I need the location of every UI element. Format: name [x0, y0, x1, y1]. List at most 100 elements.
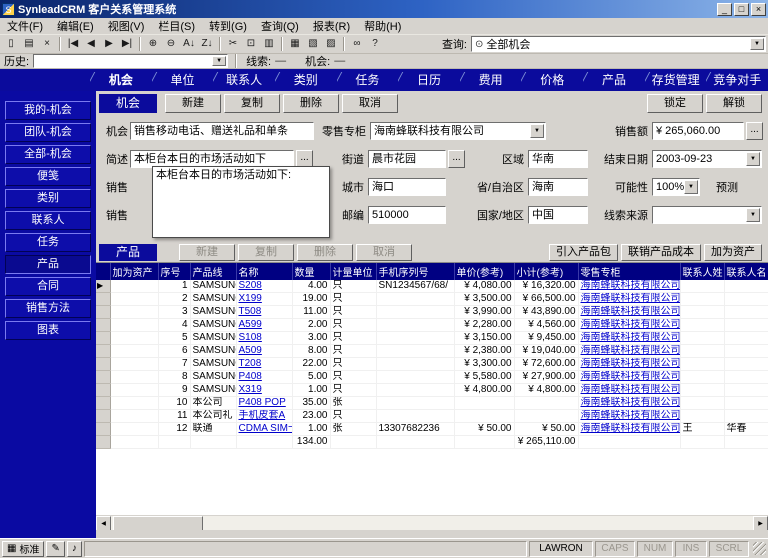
dropdown-arrow-icon[interactable]: ▼ — [746, 208, 760, 222]
zip-input[interactable]: 510000 — [368, 206, 446, 224]
store-link[interactable]: 海南蜂联科技有限公司 — [578, 397, 680, 410]
menu-goto[interactable]: 转到(G) — [202, 17, 254, 35]
standard-view-button[interactable]: ▦ 标准 — [2, 541, 44, 557]
table-row[interactable]: 10 本公司 P408 POP 35.00 张 海南蜂联科技有限公司 — [96, 397, 768, 410]
delete-record-icon[interactable]: × — [38, 36, 56, 52]
row-selector[interactable]: ▶ — [96, 280, 110, 293]
unlock-button[interactable]: 解锁 — [706, 94, 762, 113]
tab-calendar[interactable]: 日历 — [398, 69, 460, 91]
product-link[interactable]: X199 — [236, 293, 292, 306]
column-header-subtotal[interactable]: 小计(参考) — [514, 263, 578, 280]
table-row[interactable]: 4 SAMSUNG A599 2.00 只 ¥ 2,280.00 ¥ 4,560… — [96, 319, 768, 332]
store-link[interactable]: 海南蜂联科技有限公司 — [578, 293, 680, 306]
column-header-price[interactable]: 单价(参考) — [454, 263, 514, 280]
history-dropdown[interactable]: ▼ — [33, 54, 228, 68]
probability-dropdown[interactable]: 100%▼ — [652, 178, 700, 196]
prev-record-icon[interactable]: ◀ — [82, 36, 100, 52]
sidebar-item-contacts[interactable]: 联系人 — [5, 211, 91, 230]
row-selector[interactable] — [96, 306, 110, 319]
product-link[interactable]: P408 — [236, 371, 292, 384]
tab-inventory[interactable]: 存货管理 — [645, 69, 707, 91]
sidebar-item-sales-methods[interactable]: 销售方法 — [5, 299, 91, 318]
store-link[interactable]: 海南蜂联科技有限公司 — [578, 384, 680, 397]
tab-products[interactable]: 产品 — [583, 69, 645, 91]
column-header-store[interactable]: 零售专柜 — [578, 263, 680, 280]
import-product-pack-button[interactable]: 引入产品包 — [549, 244, 618, 261]
next-record-icon[interactable]: ▶ — [100, 36, 118, 52]
row-selector[interactable] — [96, 371, 110, 384]
store-link[interactable]: 海南蜂联科技有限公司 — [578, 319, 680, 332]
country-input[interactable]: 中国 — [528, 206, 588, 224]
product-link[interactable]: T508 — [236, 306, 292, 319]
menu-help[interactable]: 帮助(H) — [357, 17, 408, 35]
scroll-right-icon[interactable]: ▶ — [753, 516, 768, 531]
table-row[interactable]: 2 SAMSUNG X199 19.00 只 ¥ 3,500.00 ¥ 66,5… — [96, 293, 768, 306]
menu-columns[interactable]: 栏目(S) — [151, 17, 202, 35]
store-link[interactable]: 海南蜂联科技有限公司 — [578, 332, 680, 345]
scrollbar-thumb[interactable] — [113, 516, 203, 531]
column-header-name[interactable]: 名称 — [236, 263, 292, 280]
maximize-button[interactable]: □ — [734, 3, 749, 16]
tab-price[interactable]: 价格 — [521, 69, 583, 91]
store-link[interactable]: 海南蜂联科技有限公司 — [578, 423, 680, 436]
tab-opportunity[interactable]: 机会 — [90, 69, 152, 91]
store-link[interactable]: 海南蜂联科技有限公司 — [578, 410, 680, 423]
street-ellipsis-button[interactable]: ... — [448, 150, 465, 168]
row-selector[interactable] — [96, 358, 110, 371]
delete-button[interactable]: 删除 — [283, 94, 339, 113]
product-link[interactable]: S208 — [236, 280, 292, 293]
query-dropdown[interactable]: ⊙ 全部机会 ▼ — [471, 36, 766, 52]
scroll-left-icon[interactable]: ◀ — [96, 516, 111, 531]
dropdown-arrow-icon[interactable]: ▼ — [684, 180, 698, 194]
sidebar-item-notes[interactable]: 便笺 — [5, 167, 91, 186]
store-link[interactable]: 海南蜂联科技有限公司 — [578, 280, 680, 293]
zoom-out-icon[interactable]: ⊖ — [162, 36, 180, 52]
cancel-button[interactable]: 取消 — [342, 94, 398, 113]
menu-report[interactable]: 报表(R) — [306, 17, 357, 35]
tab-company[interactable]: 单位 — [152, 69, 214, 91]
end-date-dropdown[interactable]: 2003-09-23▼ — [652, 150, 762, 168]
minimize-button[interactable]: _ — [717, 3, 732, 16]
paste-icon[interactable]: ▥ — [260, 36, 278, 52]
copy-icon[interactable]: ⊡ — [242, 36, 260, 52]
column-header-serial[interactable]: 手机序列号 — [376, 263, 454, 280]
sidebar-item-my-opportunities[interactable]: 我的-机会 — [5, 101, 91, 120]
tab-tasks[interactable]: 任务 — [337, 69, 399, 91]
cut-icon[interactable]: ✂ — [224, 36, 242, 52]
table-row[interactable]: 12 联通 CDMA SIM卡 1.00 张 13307682236 ¥ 50.… — [96, 423, 768, 436]
menu-edit[interactable]: 编辑(E) — [50, 17, 101, 35]
amount-input[interactable]: ¥ 265,060.00 — [652, 122, 744, 140]
product-link[interactable]: A599 — [236, 319, 292, 332]
column-header-unit[interactable]: 计量单位 — [330, 263, 376, 280]
tab-contacts[interactable]: 联系人 — [213, 69, 275, 91]
resize-grip[interactable] — [753, 542, 766, 555]
detail-view-icon[interactable]: ▨ — [322, 36, 340, 52]
table-row[interactable]: ▶ 1 SAMSUNG S208 4.00 只 SN1234567/68/ ¥ … — [96, 280, 768, 293]
edit-pencil-button[interactable]: ✎ — [46, 541, 64, 557]
row-selector[interactable] — [96, 397, 110, 410]
tab-competitors[interactable]: 竞争对手 — [706, 69, 768, 91]
sidebar-item-contracts[interactable]: 合同 — [5, 277, 91, 296]
menu-file[interactable]: 文件(F) — [0, 17, 50, 35]
last-record-icon[interactable]: ▶| — [118, 36, 136, 52]
sidebar-item-products[interactable]: 产品 — [5, 255, 91, 274]
new-record-icon[interactable]: ▯ — [2, 36, 20, 52]
product-link[interactable]: A509 — [236, 345, 292, 358]
lock-button[interactable]: 锁定 — [647, 94, 703, 113]
column-header-qty[interactable]: 数量 — [292, 263, 330, 280]
store-link[interactable]: 海南蜂联科技有限公司 — [578, 306, 680, 319]
amount-ellipsis-button[interactable]: ... — [746, 122, 763, 140]
row-selector[interactable] — [96, 410, 110, 423]
column-header-contact-last[interactable]: 联系人姓 — [680, 263, 724, 280]
new-button[interactable]: 新建 — [165, 94, 221, 113]
menu-view[interactable]: 视图(V) — [101, 17, 152, 35]
dropdown-arrow-icon[interactable]: ▼ — [212, 56, 226, 66]
product-link[interactable]: P408 POP — [236, 397, 292, 410]
column-header-product-line[interactable]: 产品线 — [190, 263, 236, 280]
store-link[interactable]: 海南蜂联科技有限公司 — [578, 371, 680, 384]
column-header-seq[interactable]: 序号 — [158, 263, 190, 280]
sidebar-item-charts[interactable]: 图表 — [5, 321, 91, 340]
add-as-asset-button[interactable]: 加为资产 — [704, 244, 762, 261]
help-icon[interactable]: ? — [366, 36, 384, 52]
find-icon[interactable]: ∞ — [348, 36, 366, 52]
